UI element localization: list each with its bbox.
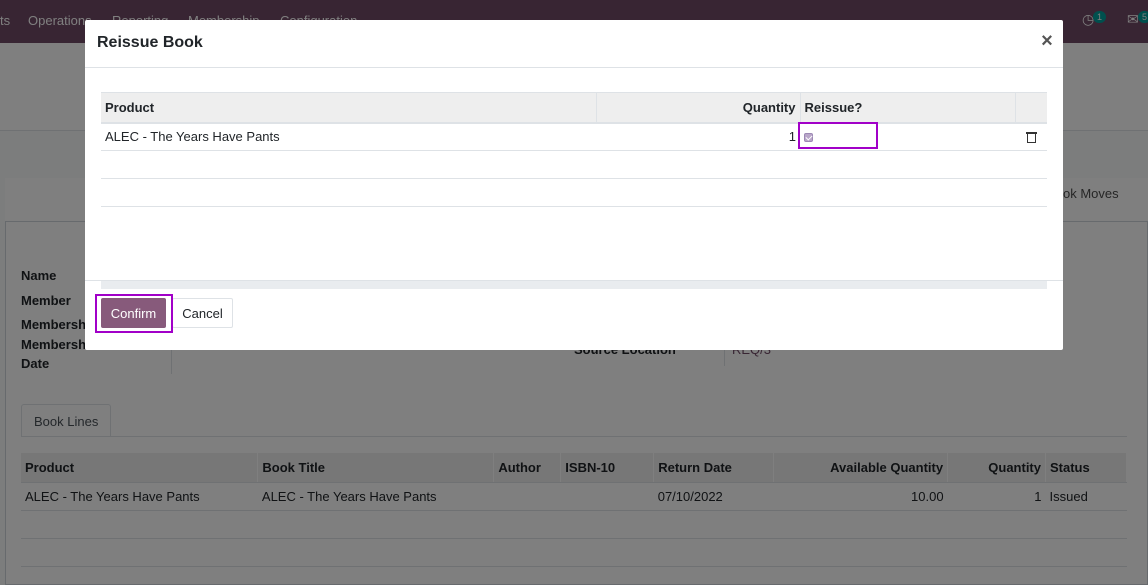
confirm-highlight-box	[95, 294, 173, 333]
col-product[interactable]: Product	[101, 92, 597, 124]
cell-product: ALEC - The Years Have Pants	[101, 122, 596, 151]
col-quantity[interactable]: Quantity	[596, 92, 801, 124]
trash-icon[interactable]	[1025, 132, 1037, 144]
cell-delete	[1015, 122, 1047, 151]
table-header-row: Product Quantity Reissue?	[101, 92, 1047, 124]
reissue-lines-table: Product Quantity Reissue? ALEC - The Yea…	[101, 92, 1047, 207]
modal-body: Product Quantity Reissue? ALEC - The Yea…	[85, 68, 1063, 289]
reissue-book-dialog: Reissue Book × Product Quantity Reissue?	[85, 20, 1063, 350]
reissue-highlight-box	[798, 122, 878, 149]
cell-quantity: 1	[596, 122, 800, 151]
table-row[interactable]: ALEC - The Years Have Pants 1	[101, 122, 1047, 151]
cancel-button[interactable]: Cancel	[172, 298, 233, 328]
table-row-empty	[101, 150, 1047, 179]
close-icon[interactable]: ×	[1037, 30, 1057, 54]
col-actions	[1015, 92, 1047, 124]
col-reissue[interactable]: Reissue?	[800, 92, 1016, 124]
modal-header: Reissue Book ×	[85, 20, 1063, 68]
modal-footer: Confirm Cancel	[85, 280, 1063, 350]
modal-title: Reissue Book	[97, 34, 203, 51]
table-row-empty	[101, 178, 1047, 207]
